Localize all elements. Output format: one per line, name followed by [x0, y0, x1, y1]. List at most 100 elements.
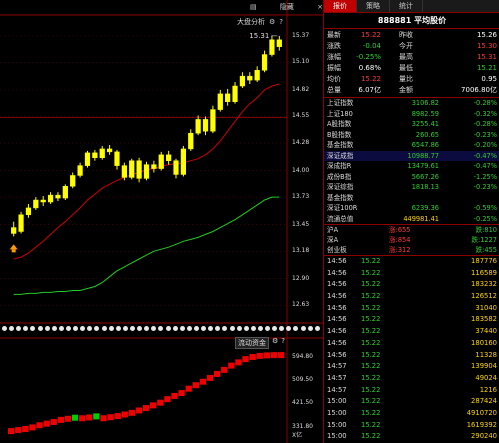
index-row[interactable]: 上证180 8982.59 -0.32% [324, 109, 499, 120]
period-dot[interactable] [94, 326, 100, 331]
period-dot[interactable] [208, 326, 214, 331]
period-dot[interactable] [9, 326, 15, 331]
help-icon[interactable]: ? [279, 18, 283, 26]
period-dot[interactable] [215, 326, 221, 331]
flow-bar [128, 409, 136, 416]
flow-bar [242, 356, 249, 363]
period-dot[interactable] [286, 326, 292, 331]
tick-price: 15.22 [361, 315, 381, 324]
quote-value: 15.21 [476, 64, 497, 72]
index-row[interactable]: 深证100R 6239.36 -0.59% [324, 203, 499, 214]
period-dot[interactable] [73, 326, 79, 331]
index-row[interactable]: A股指数 3255.41 -0.28% [324, 119, 499, 130]
period-dot[interactable] [151, 326, 157, 331]
index-row[interactable]: 基金指数 [324, 193, 499, 204]
period-dot[interactable] [44, 326, 50, 331]
period-dot[interactable] [58, 326, 64, 331]
candle-body [217, 93, 223, 110]
period-dot[interactable] [16, 326, 22, 331]
candle-body [232, 85, 238, 102]
period-dot[interactable] [115, 326, 121, 331]
period-dot[interactable] [2, 326, 7, 331]
price-tick-label: 14.55 [292, 112, 310, 120]
period-dot[interactable] [300, 326, 306, 331]
period-dot[interactable] [293, 326, 299, 331]
period-dot[interactable] [186, 326, 192, 331]
quote-value: 15.26 [476, 31, 497, 39]
tick-row: 15:00 15.22 4910720 [324, 408, 499, 420]
help-icon[interactable]: ? [281, 337, 285, 349]
period-dot[interactable] [229, 326, 235, 331]
period-dot[interactable] [165, 326, 171, 331]
period-dot[interactable] [122, 326, 128, 331]
flow-bar [164, 396, 171, 403]
period-dot[interactable] [222, 326, 228, 331]
tick-row: 14:57 15.22 49024 [324, 373, 499, 385]
index-change: -0.47% [473, 162, 497, 170]
index-row[interactable]: 成份B指 5667.26 -1.25% [324, 172, 499, 183]
index-row[interactable]: 深成指R 13479.61 -0.47% [324, 161, 499, 172]
index-row[interactable]: 流通总值 449981.41 -0.25% [324, 214, 499, 225]
gear-icon[interactable]: ⚙ [269, 18, 275, 26]
tick-price: 15.22 [361, 303, 381, 312]
index-row[interactable]: 深证综指 1818.13 -0.23% [324, 182, 499, 193]
quote-value: 7006.80亿 [461, 86, 497, 94]
period-dot[interactable] [265, 326, 271, 331]
index-row[interactable]: B股指数 260.65 -0.23% [324, 130, 499, 141]
period-dot[interactable] [30, 326, 36, 331]
period-dot[interactable] [314, 326, 320, 331]
index-value: 260.65 [415, 130, 439, 139]
flow-funds-label[interactable]: 流动资金 [235, 337, 269, 349]
period-dot[interactable] [272, 326, 278, 331]
index-row[interactable]: 上证指数 3106.82 -0.28% [324, 98, 499, 109]
tab-quote[interactable]: 报价 [324, 0, 357, 12]
period-dot[interactable] [65, 326, 71, 331]
market-name: 深A [327, 236, 339, 244]
period-dot[interactable] [129, 326, 135, 331]
period-dot[interactable] [257, 326, 263, 331]
candle-body [180, 148, 187, 175]
candle-body [202, 119, 209, 132]
market-name: 沪A [327, 226, 339, 234]
tab-statistics[interactable]: 统计 [390, 0, 423, 12]
gear-icon[interactable]: ⚙ [272, 337, 278, 349]
period-dot[interactable] [179, 326, 185, 331]
quote-value: 0.95 [481, 75, 497, 83]
period-dot[interactable] [87, 326, 93, 331]
period-dot[interactable] [307, 326, 313, 331]
period-dot[interactable] [172, 326, 178, 331]
period-dot[interactable] [279, 326, 285, 331]
period-dot[interactable] [137, 326, 143, 331]
index-row[interactable]: 基金指数 6547.86 -0.20% [324, 140, 499, 151]
period-dot[interactable] [101, 326, 107, 331]
period-dot[interactable] [23, 326, 29, 331]
period-dot[interactable] [144, 326, 150, 331]
period-dot[interactable] [51, 326, 57, 331]
tick-volume: 1216 [479, 385, 497, 394]
tab-strategy[interactable]: 策略 [357, 0, 390, 12]
tick-volume: 116589 [471, 268, 497, 277]
period-dot[interactable] [250, 326, 256, 331]
period-dot[interactable] [201, 326, 207, 331]
index-value [389, 193, 439, 204]
market-breadth: 沪A 涨:655 跌:810 深A 涨:854 跌:1227 创业板 涨:312 跌:455 [324, 224, 499, 255]
index-row[interactable]: 深证成指 10988.77 -0.47% [324, 150, 499, 161]
period-dot[interactable] [193, 326, 199, 331]
period-dot[interactable] [243, 326, 249, 331]
candle-body [143, 164, 150, 179]
hide-button[interactable]: 隐藏 [280, 2, 294, 12]
period-dot[interactable] [236, 326, 242, 331]
index-name: 深成指R [327, 162, 352, 170]
index-change: -0.28% [473, 99, 497, 107]
quote-label: 今开 [399, 42, 413, 50]
market-analysis-dropdown[interactable]: 大盘分析 [237, 17, 265, 27]
period-dot[interactable] [37, 326, 43, 331]
layout-icon[interactable]: ▤ [250, 3, 257, 11]
tick-row: 14:56 15.22 37440 [324, 326, 499, 338]
index-name: 成份B指 [327, 172, 352, 181]
chart-area[interactable]: 15.31 [0, 0, 323, 443]
period-dot[interactable] [80, 326, 86, 331]
period-dot[interactable] [108, 326, 114, 331]
period-dot[interactable] [158, 326, 164, 331]
tick-time: 14:56 [327, 327, 347, 336]
